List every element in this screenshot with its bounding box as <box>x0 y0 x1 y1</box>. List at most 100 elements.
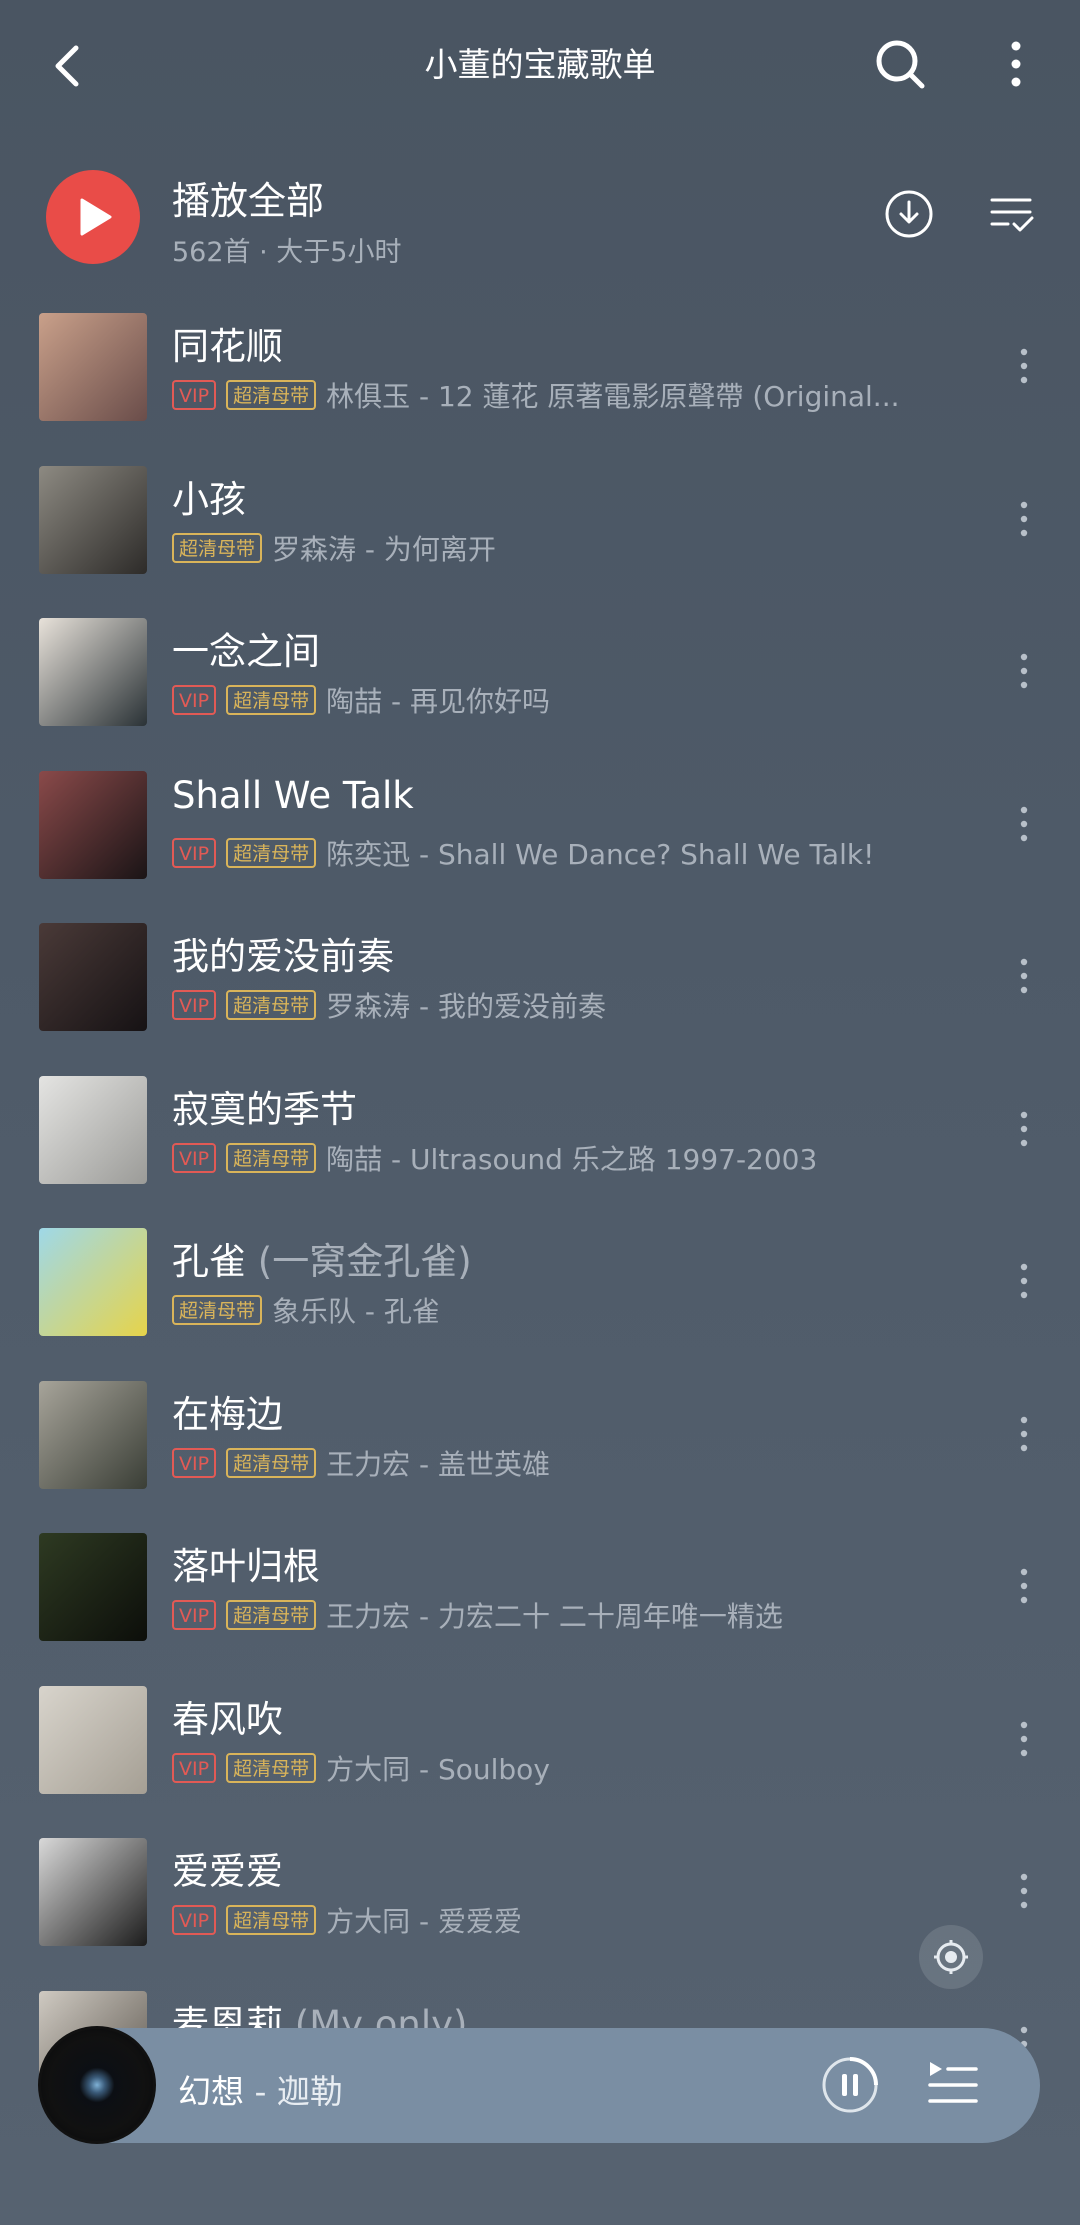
album-cover <box>39 1533 147 1641</box>
album-cover <box>39 1381 147 1489</box>
album-cover <box>39 771 147 879</box>
vip-badge: VIP <box>172 380 217 410</box>
locate-current-song-button[interactable] <box>919 1925 983 1989</box>
song-row[interactable]: 孔雀 (一窝金孔雀) 超清母带 象乐队 - 孔雀 <box>0 1215 1080 1367</box>
play-all-section[interactable]: 播放全部 562首 · 大于5小时 <box>0 160 1080 270</box>
song-more-button[interactable] <box>1010 1869 1038 1913</box>
play-all-button[interactable] <box>46 170 140 264</box>
song-more-button[interactable] <box>1010 1412 1038 1456</box>
hq-master-badge: 超清母带 <box>172 533 263 563</box>
multi-select-button[interactable] <box>988 192 1036 236</box>
song-meta: 超清母带 罗森涛 - 为何离开 <box>172 531 496 566</box>
song-name: 落叶归根 <box>172 1545 320 1588</box>
pause-button[interactable] <box>820 2055 880 2115</box>
hq-master-badge: 超清母带 <box>226 990 317 1020</box>
vip-badge: VIP <box>172 1448 217 1478</box>
song-name: 寂寞的季节 <box>172 1088 357 1131</box>
song-meta: VIP 超清母带 罗森涛 - 我的爱没前奏 <box>172 988 606 1023</box>
song-row[interactable]: Shall We Talk VIP 超清母带 陈奕迅 - Shall We Dance… <box>0 758 1080 910</box>
song-meta: VIP 超清母带 陶喆 - Ultrasound 乐之路 1997-2003 <box>172 1141 818 1176</box>
song-row[interactable]: 爱爱爱 VIP 超清母带 方大同 - 爱爱爱 <box>0 1825 1080 1977</box>
album-cover <box>39 923 147 1031</box>
now-playing-artist: - 迦勒 <box>244 2072 343 2111</box>
search-button[interactable] <box>870 34 930 94</box>
song-row[interactable]: 寂寞的季节 VIP 超清母带 陶喆 - Ultrasound 乐之路 1997-200… <box>0 1063 1080 1215</box>
song-row[interactable]: 小孩 超清母带 罗森涛 - 为何离开 <box>0 453 1080 605</box>
download-button[interactable] <box>882 187 936 241</box>
more-vertical-icon <box>1020 653 1028 689</box>
vip-badge: VIP <box>172 1600 217 1630</box>
song-more-button[interactable] <box>1010 1717 1038 1761</box>
artist-album-text: 林俱玉 - 12 蓮花 原著電影原聲帶 (Original... <box>326 380 900 413</box>
song-row[interactable]: 同花顺 VIP 超清母带 林俱玉 - 12 蓮花 原著電影原聲帶 (Original.… <box>0 300 1080 452</box>
song-row[interactable]: 在梅边 VIP 超清母带 王力宏 - 盖世英雄 <box>0 1368 1080 1520</box>
song-more-button[interactable] <box>1010 1564 1038 1608</box>
song-more-button[interactable] <box>1010 497 1038 541</box>
song-name: 我的爱没前奏 <box>172 935 394 978</box>
album-cover <box>39 466 147 574</box>
song-name: 一念之间 <box>172 630 320 673</box>
more-vertical-icon <box>1020 806 1028 842</box>
more-vertical-icon <box>1020 1111 1028 1147</box>
hq-master-badge: 超清母带 <box>226 380 317 410</box>
more-vertical-icon <box>1020 1721 1028 1757</box>
album-cover <box>39 1076 147 1184</box>
hq-master-badge: 超清母带 <box>226 1448 317 1478</box>
artist-album-text: 陈奕迅 - Shall We Dance? Shall We Talk! <box>326 838 875 871</box>
album-cover <box>39 1228 147 1336</box>
song-more-button[interactable] <box>1010 1107 1038 1151</box>
now-playing-title[interactable]: 幻想 - 迦勒 <box>178 2065 343 2113</box>
hq-master-badge: 超清母带 <box>226 1143 317 1173</box>
song-meta: VIP 超清母带 王力宏 - 盖世英雄 <box>172 1446 550 1481</box>
hq-master-badge: 超清母带 <box>172 1295 263 1325</box>
album-cover <box>39 1838 147 1946</box>
hq-master-badge: 超清母带 <box>226 1753 317 1783</box>
search-icon <box>876 40 925 89</box>
vip-badge: VIP <box>172 990 217 1020</box>
song-meta: VIP 超清母带 林俱玉 - 12 蓮花 原著電影原聲帶 (Original... <box>172 378 900 413</box>
song-subtitle: (一窝金孔雀) <box>257 1240 472 1283</box>
artist-album-text: 方大同 - 爱爱爱 <box>326 1905 522 1938</box>
more-options-button[interactable] <box>996 34 1036 94</box>
song-row[interactable]: 我的爱没前奏 VIP 超清母带 罗森涛 - 我的爱没前奏 <box>0 910 1080 1062</box>
song-more-button[interactable] <box>1010 954 1038 998</box>
song-title: 一念之间 <box>172 621 320 675</box>
hq-master-badge: 超清母带 <box>226 1905 317 1935</box>
artist-album-text: 象乐队 - 孔雀 <box>272 1295 440 1328</box>
album-cover <box>39 618 147 726</box>
song-row[interactable]: 春风吹 VIP 超清母带 方大同 - Soulboy <box>0 1673 1080 1825</box>
song-row[interactable]: 落叶归根 VIP 超清母带 王力宏 - 力宏二十 二十周年唯一精选 <box>0 1520 1080 1672</box>
song-meta: VIP 超清母带 陶喆 - 再见你好吗 <box>172 683 550 718</box>
song-meta: 超清母带 象乐队 - 孔雀 <box>172 1293 440 1328</box>
artist-album-text: 罗森涛 - 我的爱没前奏 <box>326 990 606 1023</box>
song-more-button[interactable] <box>1010 1259 1038 1303</box>
more-vertical-icon <box>1020 1568 1028 1604</box>
pause-icon <box>822 2057 878 2113</box>
playlist-queue-button[interactable] <box>926 2058 980 2112</box>
song-name: 春风吹 <box>172 1698 283 1741</box>
song-name: 在梅边 <box>172 1393 283 1436</box>
song-more-button[interactable] <box>1010 344 1038 388</box>
more-vertical-icon <box>1011 41 1021 87</box>
locate-icon <box>934 1940 968 1974</box>
artist-album-text: 陶喆 - Ultrasound 乐之路 1997-2003 <box>326 1143 818 1176</box>
song-more-button[interactable] <box>1010 649 1038 693</box>
song-row[interactable]: 一念之间 VIP 超清母带 陶喆 - 再见你好吗 <box>0 605 1080 757</box>
more-vertical-icon <box>1020 958 1028 994</box>
play-all-label[interactable]: 播放全部 <box>172 170 324 225</box>
artist-album-text: 王力宏 - 力宏二十 二十周年唯一精选 <box>326 1600 783 1633</box>
album-cover <box>39 313 147 421</box>
hq-master-badge: 超清母带 <box>226 838 317 868</box>
song-title: Shall We Talk <box>172 774 414 817</box>
more-vertical-icon <box>1020 348 1028 384</box>
vip-badge: VIP <box>172 1143 217 1173</box>
song-name: 爱爱爱 <box>172 1850 283 1893</box>
song-name: 孔雀 <box>172 1240 246 1283</box>
vip-badge: VIP <box>172 838 217 868</box>
now-playing-cover[interactable] <box>38 2026 156 2144</box>
song-meta: VIP 超清母带 方大同 - 爱爱爱 <box>172 1903 522 1938</box>
download-icon <box>885 190 933 238</box>
song-name: Shall We Talk <box>172 774 414 817</box>
playlist-icon <box>928 2062 978 2103</box>
song-more-button[interactable] <box>1010 802 1038 846</box>
